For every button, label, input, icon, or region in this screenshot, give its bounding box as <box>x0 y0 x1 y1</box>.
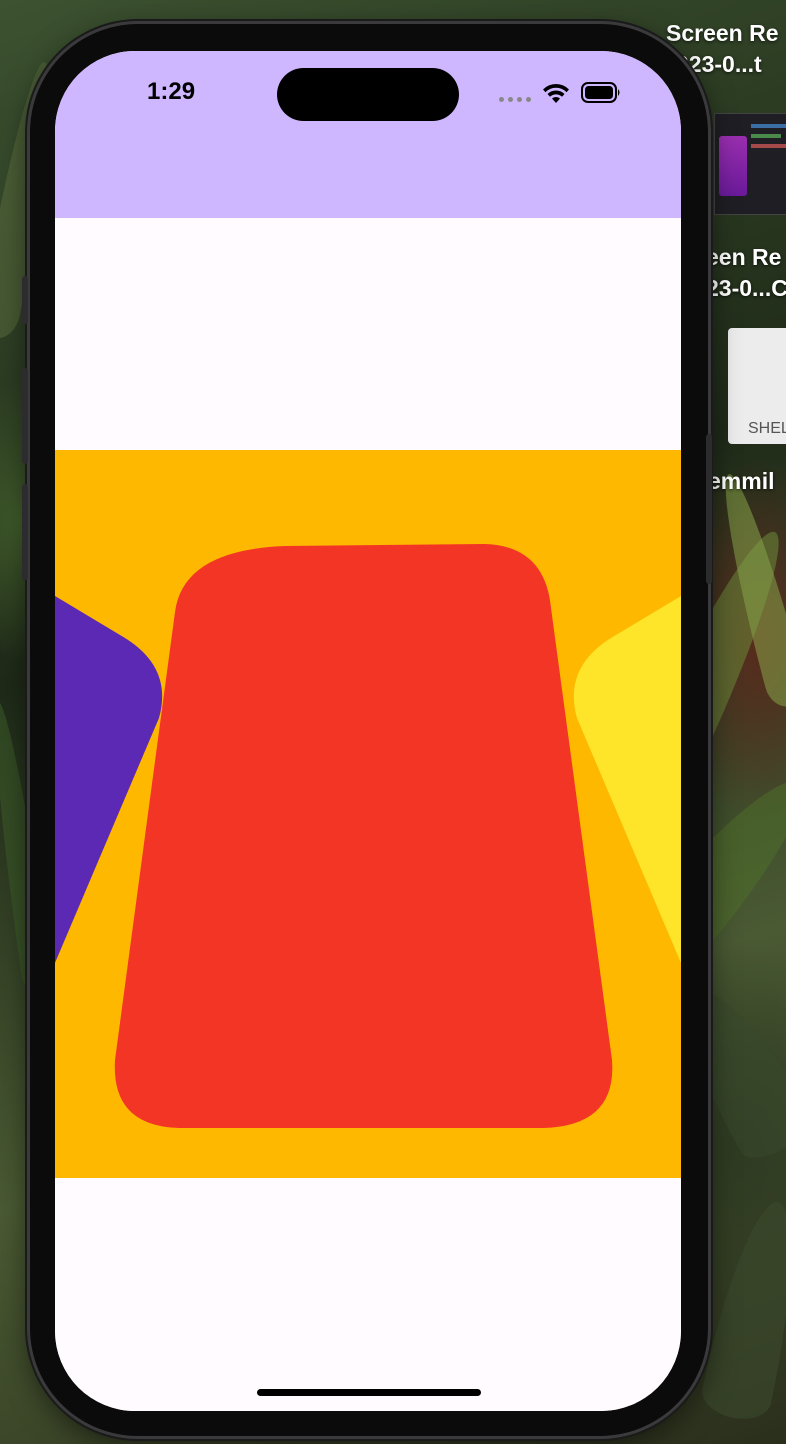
action-button[interactable] <box>22 276 28 324</box>
battery-icon <box>581 82 620 103</box>
carousel-canvas <box>55 544 681 1128</box>
card-center[interactable] <box>114 544 613 1128</box>
file-name-line: 23-0...C <box>706 275 786 301</box>
desktop-file-label[interactable]: een Re 23-0...C <box>706 242 786 304</box>
desktop-file-label[interactable]: emmil <box>708 466 774 497</box>
desktop-file-thumbnail[interactable]: SHEL <box>728 328 786 444</box>
home-indicator[interactable] <box>257 1389 481 1396</box>
thumbnail-text: SHEL <box>748 420 786 437</box>
file-name-line: een Re <box>706 244 782 270</box>
card-carousel[interactable] <box>55 450 681 1178</box>
content-spacer-bottom <box>55 1178 681 1411</box>
desktop-file-thumbnail[interactable] <box>714 113 786 215</box>
file-name-line: emmil <box>708 468 775 494</box>
status-time: 1:29 <box>147 78 196 105</box>
power-button[interactable] <box>706 434 712 584</box>
content-spacer-top <box>55 218 681 450</box>
wifi-icon <box>543 83 569 103</box>
file-name-line: Screen Re <box>666 20 779 46</box>
volume-up-button[interactable] <box>22 368 28 464</box>
volume-down-button[interactable] <box>22 484 28 580</box>
cellular-signal-icon <box>499 97 533 103</box>
top-app-bar: 1:29 <box>55 51 681 218</box>
dynamic-island <box>277 68 459 121</box>
phone-screen: 1:29 <box>55 51 681 1411</box>
